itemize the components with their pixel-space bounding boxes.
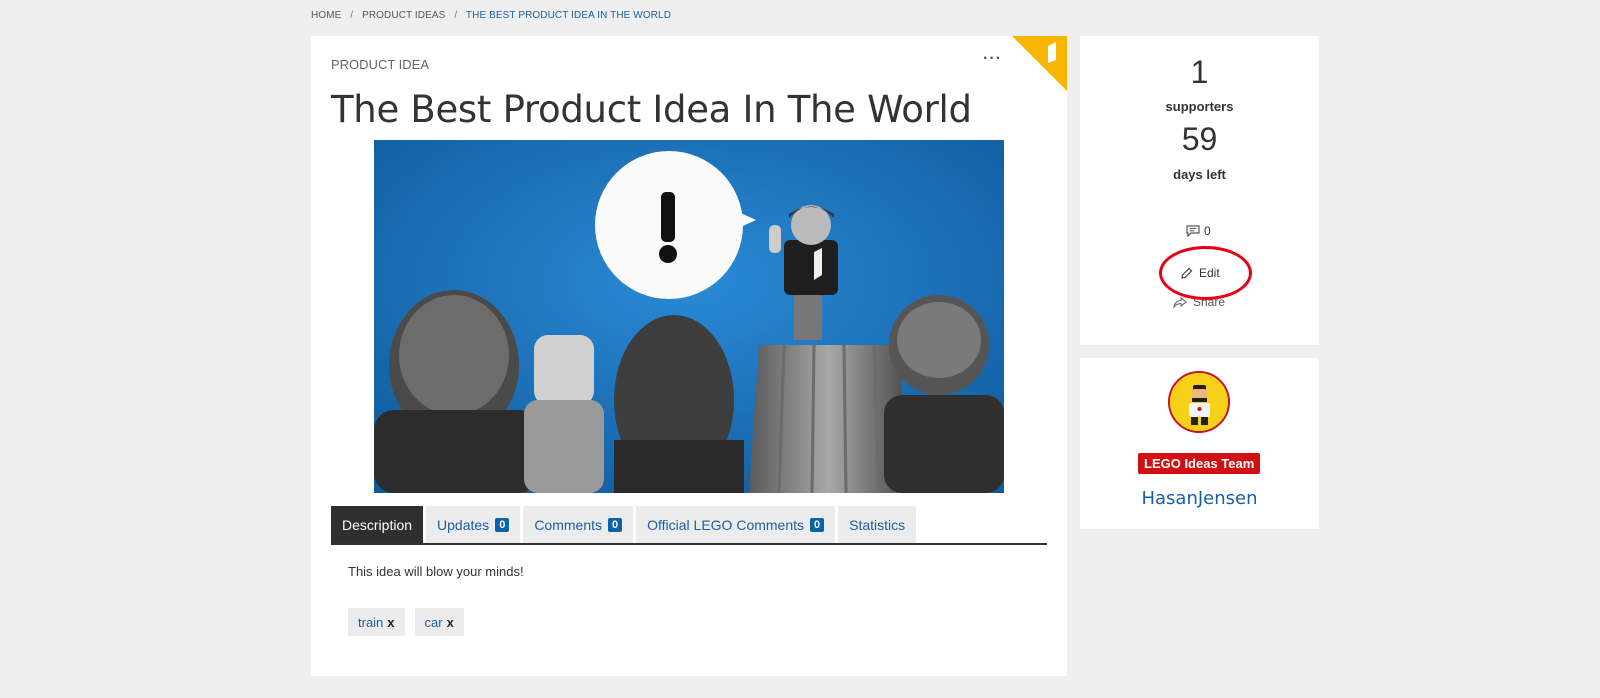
remove-tag-icon[interactable]: x [447, 615, 454, 630]
idea-card: PRODUCT IDEA ··· The Best Product Idea I… [311, 36, 1067, 676]
team-badge: LEGO Ideas Team [1138, 453, 1261, 474]
supporters-label: supporters [1165, 99, 1234, 114]
share-icon [1173, 296, 1187, 308]
tag-train[interactable]: train x [348, 608, 405, 636]
tag-label: train [358, 614, 384, 630]
comment-count[interactable]: 0 [1186, 224, 1211, 238]
tab-updates[interactable]: Updates 0 [426, 506, 521, 543]
tab-label: Official LEGO Comments [647, 516, 805, 533]
ideas-corner-icon [1012, 36, 1067, 91]
breadcrumb-product-ideas[interactable]: PRODUCT IDEAS [362, 10, 445, 21]
breadcrumb-current: THE BEST PRODUCT IDEA IN THE WORLD [465, 10, 672, 21]
breadcrumb-home[interactable]: HOME [311, 10, 341, 21]
comment-count-value: 0 [1204, 224, 1211, 238]
more-options-icon[interactable]: ··· [983, 50, 1002, 68]
days-left-count: 59 [1181, 121, 1218, 157]
supporters-count: 1 [1190, 54, 1209, 90]
avatar[interactable] [1168, 371, 1230, 433]
support-stats-card: 1 supporters 59 days left 0 Edit Share [1080, 36, 1319, 345]
breadcrumb-separator: / [454, 10, 458, 21]
idea-description: This idea will blow your minds! [348, 564, 524, 579]
breadcrumb-separator: / [350, 10, 354, 21]
minifig-avatar-icon [1170, 373, 1228, 431]
days-left-label: days left [1173, 167, 1226, 182]
count-badge: 0 [608, 517, 623, 532]
tab-label: Updates [437, 516, 490, 533]
idea-tabs: Description Updates 0 Comments 0 Officia… [331, 506, 1047, 545]
author-username[interactable]: HasanJensen [1080, 488, 1319, 509]
comment-icon [1186, 225, 1200, 237]
remove-tag-icon[interactable]: x [387, 615, 394, 630]
tag-label: car [424, 614, 443, 630]
tag-list: train x car x [348, 608, 464, 636]
breadcrumb: HOME / PRODUCT IDEAS / THE BEST PRODUCT … [311, 10, 671, 21]
tab-statistics[interactable]: Statistics [838, 506, 917, 543]
tag-car[interactable]: car x [414, 608, 464, 636]
count-badge: 0 [810, 517, 825, 532]
edit-highlight-circle [1159, 246, 1252, 300]
idea-hero-image [374, 140, 1004, 493]
tab-comments[interactable]: Comments 0 [523, 506, 634, 543]
tab-description[interactable]: Description [331, 506, 424, 543]
tab-official-lego-comments[interactable]: Official LEGO Comments 0 [636, 506, 836, 543]
idea-type-label: PRODUCT IDEA [331, 57, 429, 72]
count-badge: 0 [495, 517, 510, 532]
tab-label: Description [342, 516, 413, 533]
author-card: LEGO Ideas Team HasanJensen [1080, 358, 1319, 529]
page-title: The Best Product Idea In The World [331, 88, 972, 131]
tab-label: Statistics [849, 516, 906, 533]
tab-label: Comments [534, 516, 602, 533]
